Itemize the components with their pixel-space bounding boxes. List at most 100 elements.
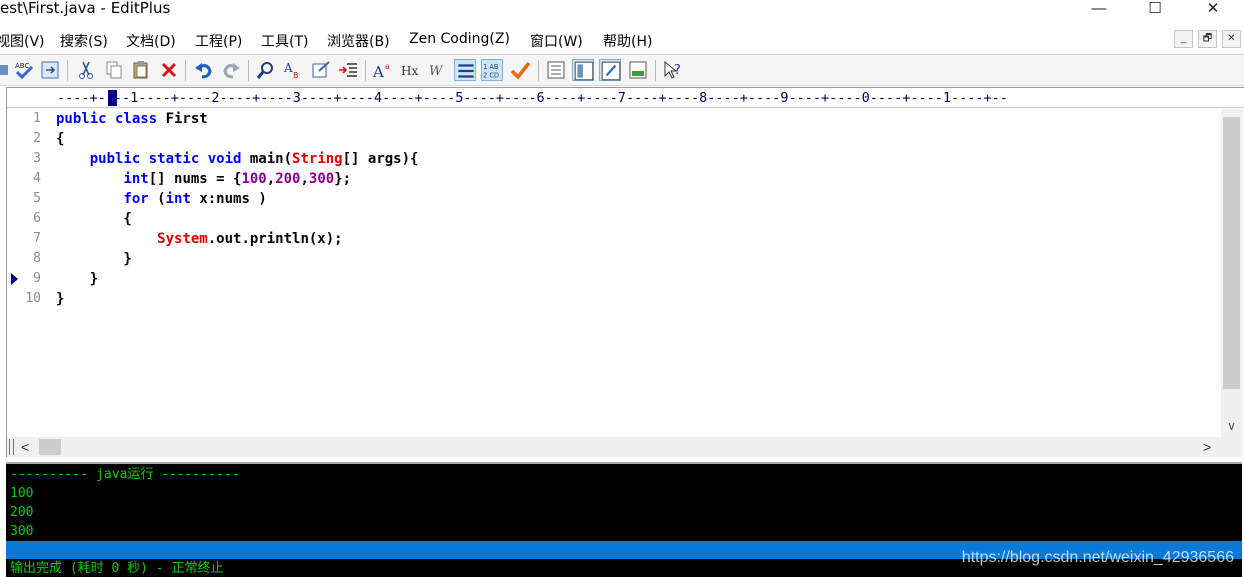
- code-token: }: [56, 251, 132, 267]
- svg-text:ABC: ABC: [15, 62, 29, 70]
- vertical-scrollbar[interactable]: ∨: [1221, 109, 1243, 437]
- code-text[interactable]: }: [56, 289, 64, 309]
- code-line[interactable]: 10}: [7, 289, 1221, 309]
- menu-project[interactable]: 工程(P): [195, 31, 242, 51]
- html-toolbar-icon[interactable]: Hx: [400, 59, 422, 81]
- redo-icon[interactable]: [220, 59, 242, 81]
- close-button[interactable]: ✕: [1190, 0, 1236, 17]
- code-line[interactable]: 3 public static void main(String[] args)…: [7, 149, 1221, 169]
- scroll-left-arrow[interactable]: <: [21, 438, 35, 456]
- code-token: System: [157, 231, 208, 247]
- menu-document[interactable]: 文档(D): [126, 31, 176, 51]
- code-text[interactable]: {: [56, 209, 131, 229]
- code-area[interactable]: 1 public class First 2{3 public static voi…: [7, 109, 1221, 434]
- line-number: 1: [33, 111, 41, 126]
- code-text[interactable]: for (int x:nums ): [56, 189, 266, 209]
- word-wrap-icon[interactable]: W: [427, 59, 449, 81]
- delete-icon[interactable]: [158, 59, 180, 81]
- code-token: }: [56, 271, 99, 287]
- code-line[interactable]: 9 }: [7, 269, 1221, 289]
- minimize-button[interactable]: —: [1076, 0, 1122, 17]
- code-token: };: [334, 171, 352, 187]
- output-window[interactable]: ---------- java运行 ---------- 100 200 300…: [6, 462, 1242, 577]
- code-text[interactable]: }: [56, 269, 98, 289]
- menu-tools[interactable]: 工具(T): [261, 31, 308, 51]
- find-icon[interactable]: [255, 59, 277, 81]
- code-text[interactable]: {: [56, 129, 64, 149]
- tool-window-icon[interactable]: [627, 59, 649, 81]
- code-text[interactable]: int[] nums = {100,200,300};: [56, 169, 351, 189]
- mdi-restore-button[interactable]: 🗗: [1198, 30, 1217, 48]
- menu-browser[interactable]: 浏览器(B): [327, 31, 390, 51]
- code-token: ,: [300, 171, 309, 187]
- code-text[interactable]: public static void main(String[] args){: [56, 149, 419, 169]
- code-token: main(: [249, 151, 293, 167]
- cliptext-icon[interactable]: [545, 59, 567, 81]
- code-token: 300: [308, 171, 335, 187]
- svg-text:2 CD: 2 CD: [483, 72, 499, 80]
- menu-window[interactable]: 窗口(W): [530, 31, 583, 51]
- editor-pane[interactable]: ----+----1----+----2----+----3----+----4…: [6, 87, 1244, 457]
- code-line[interactable]: 5 for (int x:nums ): [7, 189, 1221, 209]
- mdi-close-button[interactable]: ✕: [1222, 30, 1241, 48]
- undo-icon[interactable]: [193, 59, 215, 81]
- scroll-right-arrow[interactable]: >: [1203, 438, 1217, 456]
- svg-text:a: a: [385, 62, 390, 71]
- mdi-minimize-button[interactable]: _: [1174, 30, 1193, 48]
- horizontal-scroll-thumb[interactable]: [39, 439, 61, 455]
- svg-text:Hx: Hx: [401, 64, 418, 78]
- code-line[interactable]: 6 {: [7, 209, 1221, 229]
- line-number: 6: [33, 211, 41, 226]
- code-line[interactable]: 8 }: [7, 249, 1221, 269]
- code-text[interactable]: public class First: [56, 109, 208, 129]
- line-number: 5: [33, 191, 41, 206]
- indent-icon[interactable]: [337, 59, 359, 81]
- code-line[interactable]: 2{: [7, 129, 1221, 149]
- code-token: int: [123, 171, 149, 187]
- cut-icon[interactable]: [75, 59, 97, 81]
- svg-text:B: B: [293, 71, 299, 80]
- paste-icon[interactable]: [130, 59, 152, 81]
- menu-search[interactable]: 搜索(S): [60, 31, 108, 51]
- goto-icon[interactable]: [310, 59, 332, 81]
- line-number: 10: [25, 291, 41, 306]
- partial-icon[interactable]: [0, 59, 12, 81]
- menu-help[interactable]: 帮助(H): [603, 31, 652, 51]
- browser-view-icon[interactable]: [39, 59, 61, 81]
- maximize-button[interactable]: ☐: [1132, 0, 1178, 17]
- svg-text:?: ?: [674, 63, 681, 78]
- line-numbers-icon[interactable]: 1 AB 2 CD: [481, 59, 503, 81]
- output-line: 300: [10, 524, 34, 539]
- code-token: 100: [241, 171, 267, 187]
- line-number: 4: [33, 171, 41, 186]
- code-line[interactable]: 1 public class First: [7, 109, 1221, 129]
- split-grip[interactable]: [9, 439, 14, 455]
- menu-bar: 视图(V) 搜索(S) 文档(D) 工程(P) 工具(T) 浏览器(B) Zen…: [0, 26, 1244, 52]
- code-token: {: [56, 131, 65, 147]
- code-line[interactable]: 7 System.out.println(x);: [7, 229, 1221, 249]
- directory-icon[interactable]: [572, 59, 594, 81]
- watermark-text: https://blog.csdn.net/weixin_42936566: [961, 549, 1234, 566]
- replace-icon[interactable]: AB: [282, 59, 304, 81]
- output-window-icon[interactable]: [599, 59, 621, 81]
- menu-view[interactable]: 视图(V): [0, 31, 45, 51]
- menu-zen-coding[interactable]: Zen Coding(Z): [409, 31, 510, 47]
- help-icon[interactable]: ?: [662, 59, 684, 81]
- horizontal-scrollbar[interactable]: < >: [7, 437, 1243, 457]
- code-text[interactable]: }: [56, 249, 132, 269]
- code-line[interactable]: 4 int[] nums = {100,200,300};: [7, 169, 1221, 189]
- check-icon[interactable]: [509, 59, 531, 81]
- toolbar-separator: [185, 60, 186, 81]
- code-token: First: [165, 111, 208, 127]
- svg-text:1 AB: 1 AB: [483, 63, 499, 71]
- scroll-down-arrow[interactable]: ∨: [1223, 418, 1240, 434]
- vertical-scroll-thumb[interactable]: [1223, 117, 1240, 389]
- code-token: String: [292, 151, 343, 167]
- output-line: 100: [10, 486, 34, 501]
- font-icon[interactable]: Aa: [372, 59, 394, 81]
- code-text[interactable]: System.out.println(x);: [56, 229, 342, 249]
- line-wrap-icon[interactable]: [454, 59, 476, 81]
- spellcheck-icon[interactable]: ABC: [13, 59, 35, 81]
- copy-icon[interactable]: [103, 59, 125, 81]
